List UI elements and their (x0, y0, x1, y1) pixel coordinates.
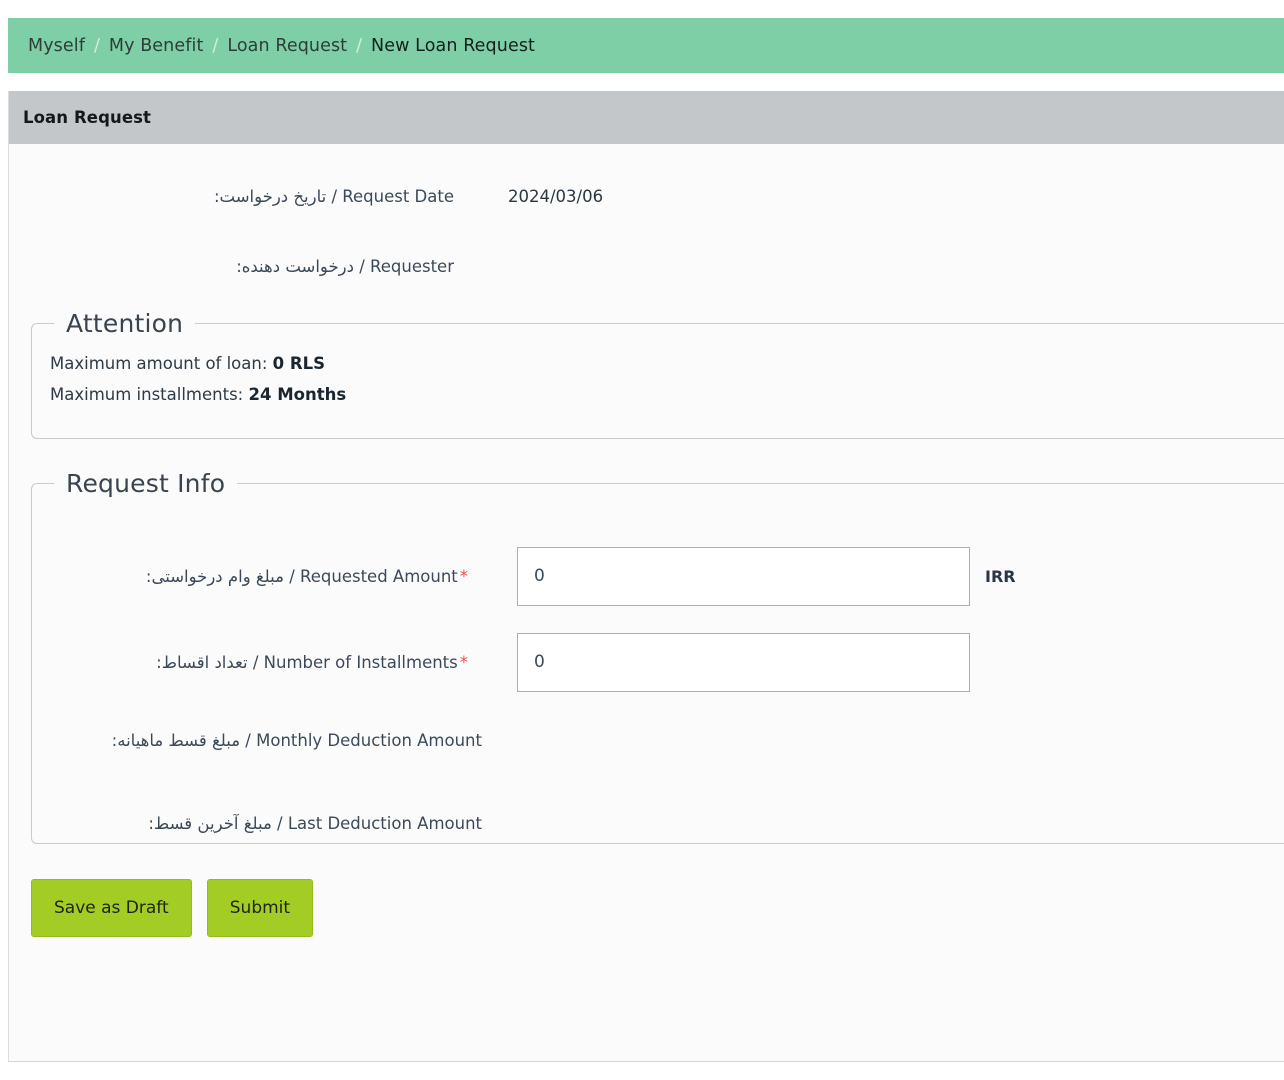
requester-row: Requester / درخواست دهنده: (9, 257, 1009, 276)
attention-fieldset: Attention Maximum amount of loan: 0 RLS … (31, 309, 1284, 439)
attention-legend: Attention (66, 309, 184, 338)
breadcrumb-item-loan-request[interactable]: Loan Request (227, 36, 347, 56)
installments-row: *Number of Installments / تعداد اقساط: (32, 632, 1132, 692)
request-info-legend: Request Info (66, 469, 226, 498)
save-as-draft-button[interactable]: Save as Draft (31, 879, 192, 937)
requested-amount-label-text: Requested Amount / مبلغ وام درخواستی: (145, 566, 458, 586)
installments-label-text: Number of Installments / تعداد اقساط: (156, 652, 458, 672)
max-installments-label: Maximum installments: (50, 385, 244, 404)
panel-body: Request Date / تاریخ درخواست: 2024/03/06… (9, 144, 1284, 1061)
installments-label: *Number of Installments / تعداد اقساط: (32, 653, 480, 672)
breadcrumb: Myself / My Benefit / Loan Request / New… (8, 18, 1284, 73)
installments-input[interactable] (517, 632, 970, 692)
last-deduction-label: Last Deduction Amount / مبلغ آخرین قسط: (148, 814, 482, 833)
request-date-row: Request Date / تاریخ درخواست: 2024/03/06 (9, 187, 1009, 206)
max-installments-value: 24 Months (248, 385, 347, 404)
requested-amount-unit: IRR (985, 566, 1016, 586)
max-installments-line: Maximum installments: 24 Months (50, 379, 1284, 410)
max-loan-amount-value: 0 RLS (272, 354, 325, 373)
required-marker-icon: * (459, 652, 468, 672)
max-loan-amount-label: Maximum amount of loan: (50, 354, 268, 373)
max-loan-amount-line: Maximum amount of loan: 0 RLS (50, 348, 1284, 379)
request-info-fieldset: Request Info *Requested Amount / مبلغ وا… (31, 469, 1284, 844)
monthly-deduction-label: Monthly Deduction Amount / مبلغ قسط ماهی… (111, 731, 482, 750)
requested-amount-row: *Requested Amount / مبلغ وام درخواستی: I… (32, 546, 1132, 606)
action-bar: Save as Draft Submit (31, 879, 314, 937)
breadcrumb-item-myself[interactable]: Myself (28, 36, 85, 56)
requested-amount-label: *Requested Amount / مبلغ وام درخواستی: (32, 567, 480, 586)
required-marker-icon: * (459, 566, 468, 586)
page-title: Loan Request (23, 108, 152, 127)
requested-amount-input[interactable] (517, 546, 970, 606)
request-date-label: Request Date / تاریخ درخواست: (213, 187, 454, 206)
loan-request-panel: Loan Request Request Date / تاریخ درخواس… (8, 91, 1284, 1062)
loan-request-page: Myself / My Benefit / Loan Request / New… (0, 0, 1284, 1080)
requester-label: Requester / درخواست دهنده: (236, 257, 454, 276)
breadcrumb-item-new-loan-request[interactable]: New Loan Request (371, 36, 535, 56)
submit-button[interactable]: Submit (206, 879, 314, 937)
panel-header: Loan Request (9, 91, 1284, 144)
breadcrumb-item-my-benefit[interactable]: My Benefit (109, 36, 204, 56)
attention-content: Maximum amount of loan: 0 RLS Maximum in… (32, 338, 1284, 410)
request-date-value: 2024/03/06 (508, 187, 604, 206)
breadcrumb-separator: / (93, 35, 100, 56)
breadcrumb-separator: / (356, 35, 363, 56)
breadcrumb-separator: / (212, 35, 219, 56)
